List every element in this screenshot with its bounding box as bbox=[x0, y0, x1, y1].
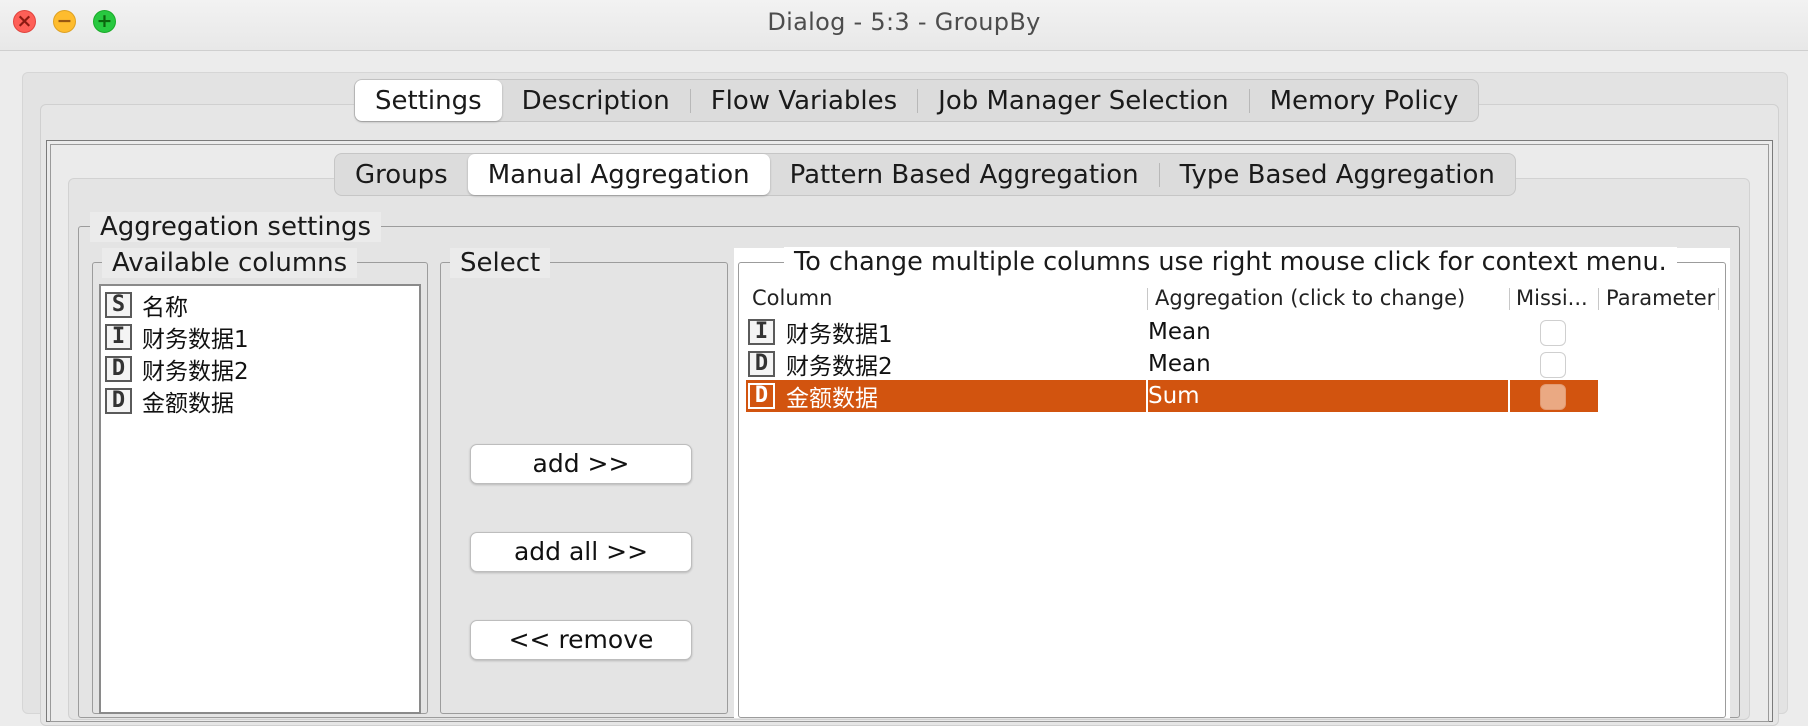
column-header-missing[interactable]: Missi... bbox=[1516, 284, 1588, 312]
integer-type-icon: I bbox=[105, 324, 132, 350]
tab-groups[interactable]: Groups bbox=[335, 154, 468, 195]
outer-tab-strip: Settings Description Flow Variables Job … bbox=[354, 79, 1480, 122]
row-column-name: 财务数据1 bbox=[786, 322, 893, 348]
double-type-icon: D bbox=[105, 388, 132, 414]
tab-label: Flow Variables bbox=[710, 85, 898, 116]
column-name: 财务数据2 bbox=[142, 359, 249, 385]
list-item[interactable]: I 财务数据1 bbox=[105, 321, 249, 353]
tab-label: Memory Policy bbox=[1269, 85, 1459, 116]
tab-label: Pattern Based Aggregation bbox=[789, 159, 1139, 190]
tab-manual-aggregation[interactable]: Manual Aggregation bbox=[467, 154, 770, 195]
available-columns-list[interactable]: S 名称 I 财务数据1 D 财务数据2 D 金额数据 bbox=[99, 284, 421, 714]
table-row[interactable]: D 财务数据2 Mean bbox=[746, 348, 1598, 380]
table-row-selected[interactable]: D 金额数据 Sum bbox=[746, 380, 1598, 412]
tab-description[interactable]: Description bbox=[502, 80, 690, 121]
tab-job-manager-selection[interactable]: Job Manager Selection bbox=[918, 80, 1248, 121]
available-columns-title: Available columns bbox=[102, 248, 358, 278]
column-header-parameter[interactable]: Parameter bbox=[1606, 284, 1715, 312]
column-name: 名称 bbox=[142, 295, 188, 321]
tab-flow-variables[interactable]: Flow Variables bbox=[691, 80, 917, 121]
missing-values-checkbox[interactable] bbox=[1540, 384, 1566, 410]
row-aggregation-method[interactable]: Mean bbox=[1148, 316, 1211, 348]
cell-divider bbox=[1508, 380, 1510, 412]
column-name: 金额数据 bbox=[142, 391, 234, 417]
double-type-icon: D bbox=[105, 356, 132, 382]
tab-label: Job Manager Selection bbox=[938, 85, 1229, 116]
tab-settings[interactable]: Settings bbox=[355, 80, 502, 121]
integer-type-icon: I bbox=[748, 319, 775, 345]
inner-tab-strip: Groups Manual Aggregation Pattern Based … bbox=[334, 153, 1516, 196]
header-separator bbox=[1509, 288, 1510, 310]
column-name: 财务数据1 bbox=[142, 327, 249, 353]
header-separator bbox=[1718, 288, 1719, 310]
tab-label: Groups bbox=[355, 159, 448, 190]
row-column-name: 金额数据 bbox=[786, 386, 878, 412]
row-column-name: 财务数据2 bbox=[786, 354, 893, 380]
select-title: Select bbox=[450, 248, 551, 278]
string-type-icon: S bbox=[105, 292, 132, 318]
table-row[interactable]: I 财务数据1 Mean bbox=[746, 316, 1598, 348]
double-type-icon: D bbox=[748, 383, 775, 409]
double-type-icon: D bbox=[748, 351, 775, 377]
tab-memory-policy[interactable]: Memory Policy bbox=[1250, 80, 1479, 121]
tab-label: Description bbox=[521, 85, 670, 116]
add-button[interactable]: add >> bbox=[470, 444, 692, 484]
row-aggregation-method[interactable]: Mean bbox=[1148, 348, 1211, 380]
tab-pattern-based-aggregation[interactable]: Pattern Based Aggregation bbox=[770, 154, 1159, 195]
remove-button[interactable]: << remove bbox=[470, 620, 692, 660]
tab-label: Type Based Aggregation bbox=[1179, 159, 1495, 190]
list-item[interactable]: S 名称 bbox=[105, 289, 188, 321]
missing-values-checkbox[interactable] bbox=[1540, 320, 1566, 346]
context-menu-hint: To change multiple columns use right mou… bbox=[784, 247, 1677, 277]
aggregation-settings-title: Aggregation settings bbox=[90, 212, 382, 242]
row-aggregation-method[interactable]: Sum bbox=[1148, 380, 1200, 412]
column-header-column[interactable]: Column bbox=[752, 284, 832, 312]
add-all-button[interactable]: add all >> bbox=[470, 532, 692, 572]
column-header-aggregation[interactable]: Aggregation (click to change) bbox=[1155, 284, 1465, 312]
list-item[interactable]: D 财务数据2 bbox=[105, 353, 249, 385]
title-bar: × − + Dialog - 5:3 - GroupBy bbox=[0, 0, 1808, 51]
missing-values-checkbox[interactable] bbox=[1540, 352, 1566, 378]
tab-label: Manual Aggregation bbox=[487, 159, 750, 190]
list-item[interactable]: D 金额数据 bbox=[105, 385, 234, 417]
tab-type-based-aggregation[interactable]: Type Based Aggregation bbox=[1160, 154, 1515, 195]
tab-label: Settings bbox=[375, 85, 482, 116]
header-separator bbox=[1147, 288, 1148, 310]
header-separator bbox=[1598, 288, 1599, 310]
window-title: Dialog - 5:3 - GroupBy bbox=[767, 8, 1041, 36]
